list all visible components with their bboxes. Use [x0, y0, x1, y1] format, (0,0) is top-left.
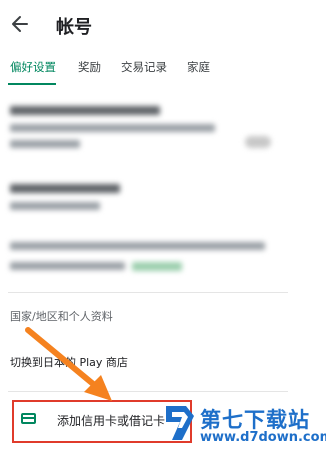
orange-arrow-icon	[25, 327, 112, 401]
watermark-logo-icon	[166, 406, 194, 440]
watermark: 第七下载站 www.d7down.com	[160, 400, 326, 454]
watermark-url: www.d7down.com	[200, 430, 326, 445]
